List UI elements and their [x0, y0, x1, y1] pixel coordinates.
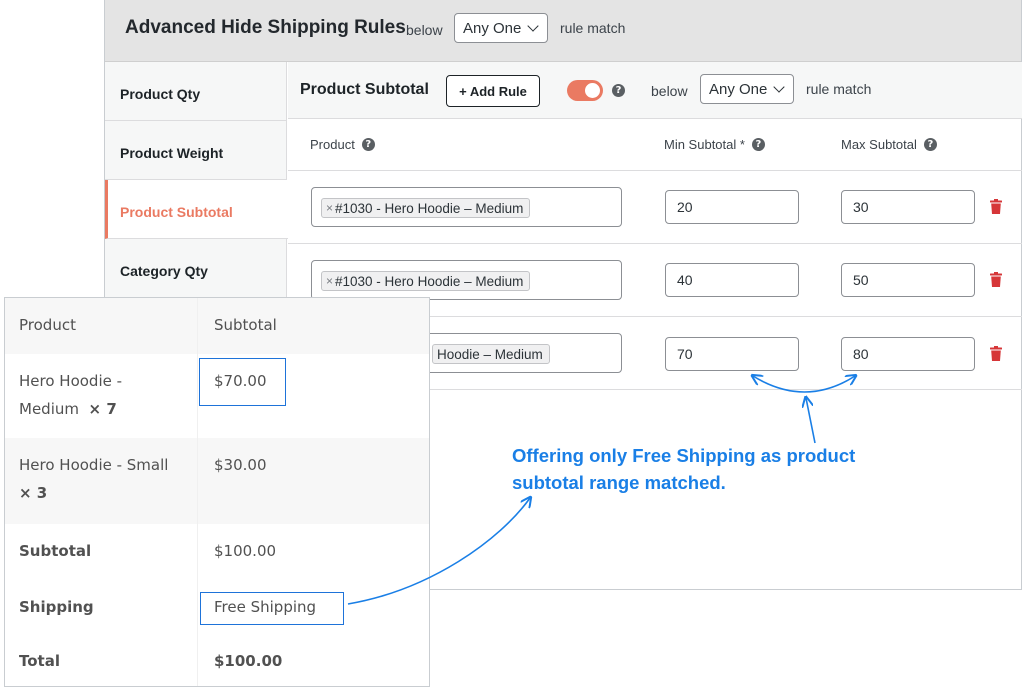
range-bracket-arrow	[753, 376, 855, 393]
pointer-arrow	[806, 398, 816, 444]
annotation-arrows	[347, 0, 1023, 605]
shipping-pointer-arrow	[347, 498, 530, 605]
